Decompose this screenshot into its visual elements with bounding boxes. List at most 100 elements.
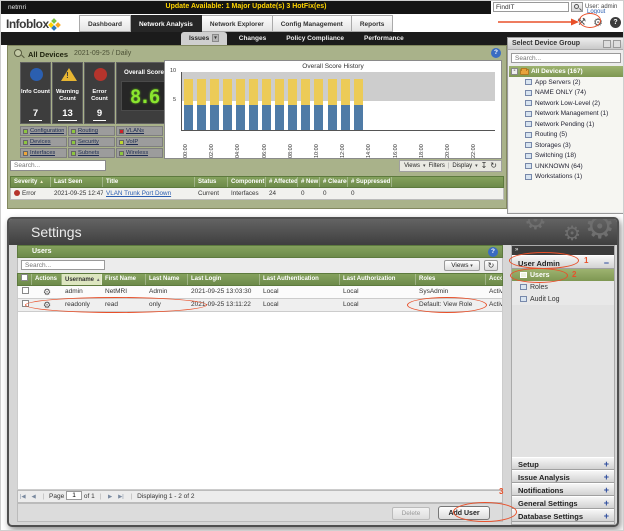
collapse-section-icon[interactable]: − xyxy=(604,258,609,268)
accordion-general-settings[interactable]: General Settings + xyxy=(512,496,614,509)
category-link[interactable]: Wireless xyxy=(126,150,148,156)
display-menu[interactable]: Display xyxy=(452,163,472,169)
update-notice[interactable]: Update Available: 1 Major Update(s) 3 Ho… xyxy=(1,3,491,10)
sidebar-item-users[interactable]: Users xyxy=(512,269,614,281)
issue-title-link[interactable]: VLAN Trunk Port Down xyxy=(106,190,171,197)
collapse-panel-icon[interactable] xyxy=(603,40,611,48)
issues-col-suppressed[interactable]: # Suppressed xyxy=(348,177,392,187)
category-vlans[interactable]: VLANs xyxy=(116,126,163,136)
row-actions-cell[interactable]: ⚙ xyxy=(32,299,62,311)
category-subnets[interactable]: Subnets xyxy=(68,148,115,158)
export-icon[interactable]: ↧ xyxy=(481,161,488,171)
chevron-down-icon[interactable]: ▾ xyxy=(212,34,219,42)
device-group-item-network-low-level-2[interactable]: Network Low-Level (2) xyxy=(509,98,623,109)
sidebar-item-audit-log[interactable]: Audit Log xyxy=(512,293,614,305)
device-group-item-network-pending-1[interactable]: Network Pending (1) xyxy=(509,119,623,130)
category-link[interactable]: Subnets xyxy=(78,150,99,156)
users-col-roles[interactable]: Roles xyxy=(416,274,486,285)
row-select-cell[interactable] xyxy=(18,286,32,298)
issues-col-severity[interactable]: Severity ▲ xyxy=(11,177,51,187)
issues-col-cleared[interactable]: # Cleared xyxy=(320,177,348,187)
sidebar-collapse-bar[interactable]: » xyxy=(512,246,614,255)
main-tab-network-explorer[interactable]: Network Explorer xyxy=(201,15,273,32)
findit-input[interactable] xyxy=(493,2,569,12)
device-group-item-workstations-1[interactable]: Workstations (1) xyxy=(509,172,623,183)
category-devices[interactable]: Devices xyxy=(20,137,67,147)
device-group-item-storages-3[interactable]: Storages (3) xyxy=(509,140,623,151)
issues-col-title[interactable]: Title xyxy=(103,177,195,187)
row-select-cell[interactable] xyxy=(18,299,32,311)
device-group-item-routing-5[interactable]: Routing (5) xyxy=(509,130,623,141)
sidebar-item-roles[interactable]: Roles xyxy=(512,281,614,293)
gear-icon[interactable]: ⚙ xyxy=(593,16,603,29)
accordion-notifications[interactable]: Notifications + xyxy=(512,483,614,496)
users-search-input[interactable] xyxy=(21,260,105,270)
refresh-icon[interactable]: ↻ xyxy=(484,260,498,271)
users-col-last-login[interactable]: Last Login xyxy=(188,274,260,285)
category-security[interactable]: Security xyxy=(68,137,115,147)
device-group-item-name-only-74[interactable]: NAME ONLY (74) xyxy=(509,88,623,99)
category-routing[interactable]: Routing xyxy=(68,126,115,136)
category-voip[interactable]: VoIP xyxy=(116,137,163,147)
panel-settings-icon[interactable] xyxy=(613,40,621,48)
last-page-icon[interactable]: ▶| xyxy=(118,494,124,500)
accordion-database-settings[interactable]: Database Settings + xyxy=(512,509,614,522)
main-tab-reports[interactable]: Reports xyxy=(351,15,394,32)
category-link[interactable]: VLANs xyxy=(126,128,144,134)
device-group-search-input[interactable] xyxy=(511,53,621,63)
help-icon[interactable]: ? xyxy=(488,247,498,257)
category-link[interactable]: Interfaces xyxy=(30,150,55,156)
sidebar-section-user-admin[interactable]: User Admin − xyxy=(512,255,614,269)
main-tab-network-analysis[interactable]: Network Analysis xyxy=(130,15,202,32)
category-link[interactable]: Configurations xyxy=(30,128,64,134)
users-col-first-name[interactable]: First Name xyxy=(102,274,146,285)
device-group-item-network-management-1[interactable]: Network Management (1) xyxy=(509,109,623,120)
device-group-item-switching-18[interactable]: Switching (18) xyxy=(509,151,623,162)
category-interfaces[interactable]: Interfaces xyxy=(20,148,67,158)
device-group-item-unknown-64[interactable]: UNKNOWN (64) xyxy=(509,161,623,172)
row-actions-cell[interactable]: ⚙ xyxy=(32,286,62,298)
issues-table-row[interactable]: Error 2021-09-25 12:47:27VLAN Trunk Port … xyxy=(10,188,504,200)
issues-col-last-seen[interactable]: Last Seen xyxy=(51,177,103,187)
users-col-select[interactable] xyxy=(18,274,32,285)
checkbox[interactable] xyxy=(21,287,29,294)
device-group-item-app-servers-2[interactable]: App Servers (2) xyxy=(509,77,623,88)
accordion-issue-analysis[interactable]: Issue Analysis + xyxy=(512,470,614,483)
category-link[interactable]: Devices xyxy=(30,139,51,145)
issues-col-affected[interactable]: # Affected xyxy=(266,177,298,187)
category-link[interactable]: Security xyxy=(78,139,99,145)
checkbox[interactable] xyxy=(21,300,29,307)
sub-tab-changes[interactable]: Changes xyxy=(231,32,274,45)
user-row-readonly[interactable]: ⚙ readonly read only 2021-09-25 13:11:22 Loca… xyxy=(17,299,503,312)
views-button[interactable]: Views ▾ xyxy=(444,260,480,271)
users-col-account[interactable]: Account xyxy=(486,274,502,285)
category-wireless[interactable]: Wireless xyxy=(116,148,163,158)
main-tab-dashboard[interactable]: Dashboard xyxy=(79,15,131,32)
main-tab-config-management[interactable]: Config Management xyxy=(272,15,352,32)
first-page-icon[interactable]: |◀ xyxy=(20,494,26,500)
refresh-icon[interactable]: ↻ xyxy=(490,161,497,171)
tools-icon[interactable]: ⚒ xyxy=(577,17,586,28)
help-icon[interactable]: ? xyxy=(491,48,501,58)
search-icon[interactable] xyxy=(571,2,583,12)
scope-search-icon[interactable] xyxy=(14,49,22,57)
next-page-icon[interactable]: ▶ xyxy=(108,494,112,500)
views-menu[interactable]: Views xyxy=(404,163,420,169)
users-col-last-name[interactable]: Last Name xyxy=(146,274,188,285)
users-col-last-authorization[interactable]: Last Authorization xyxy=(340,274,416,285)
delete-button[interactable]: Delete xyxy=(392,507,430,520)
users-col-last-authentication[interactable]: Last Authentication xyxy=(260,274,340,285)
category-link[interactable]: VoIP xyxy=(126,139,138,145)
users-col-actions[interactable]: Actions xyxy=(32,274,62,285)
gear-icon[interactable]: ⚙ xyxy=(43,300,51,310)
device-group-root[interactable]: - All Devices (167) xyxy=(509,66,623,77)
add-user-button[interactable]: Add User xyxy=(438,506,490,520)
prev-page-icon[interactable]: ◀ xyxy=(31,494,35,500)
gear-icon[interactable]: ⚙ xyxy=(43,287,51,297)
user-row-admin[interactable]: ⚙ admin NetMRI Admin 2021-09-25 13:03:30 Loca… xyxy=(17,286,503,299)
accordion-setup[interactable]: Setup + xyxy=(512,457,614,470)
checkbox[interactable] xyxy=(21,274,28,281)
issues-search-input[interactable] xyxy=(10,160,106,171)
help-icon[interactable]: ? xyxy=(610,17,621,28)
category-configurations[interactable]: Configurations xyxy=(20,126,67,136)
